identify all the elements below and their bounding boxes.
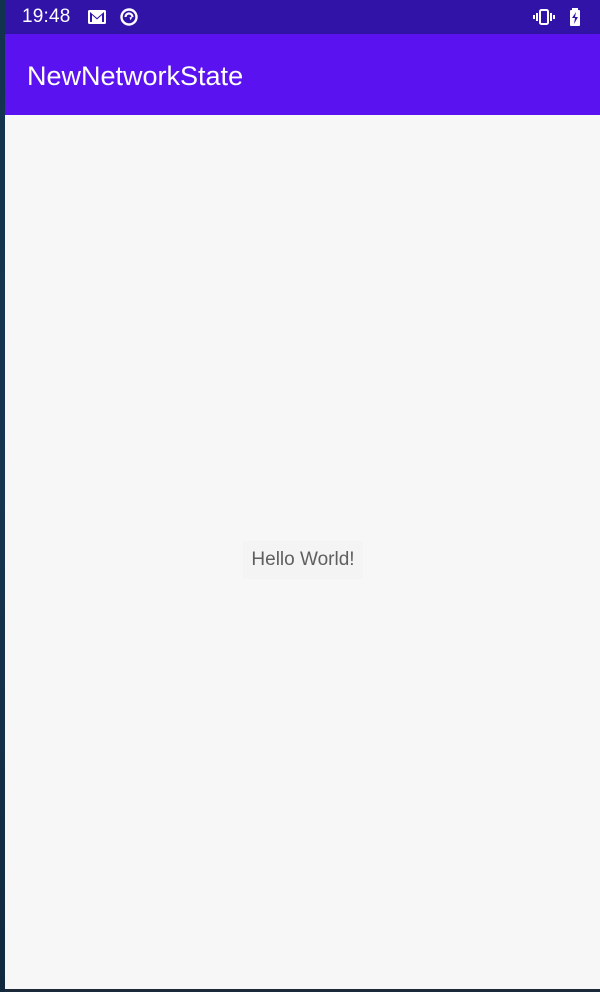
phone-screen: 19:48 NewNetworkState Hello World! [5,0,600,989]
battery-charging-icon [567,7,583,27]
app-title: NewNetworkState [27,61,244,91]
app-bar: NewNetworkState [5,34,600,115]
sync-icon [118,7,140,27]
vibrate-icon [533,7,555,27]
status-bar: 19:48 [5,0,600,34]
main-content: Hello World! [5,115,600,989]
status-time: 19:48 [22,6,71,27]
device-frame: 19:48 NewNetworkState Hello World! [0,0,600,992]
hello-world-text: Hello World! [243,541,363,579]
gmail-icon [86,7,108,27]
